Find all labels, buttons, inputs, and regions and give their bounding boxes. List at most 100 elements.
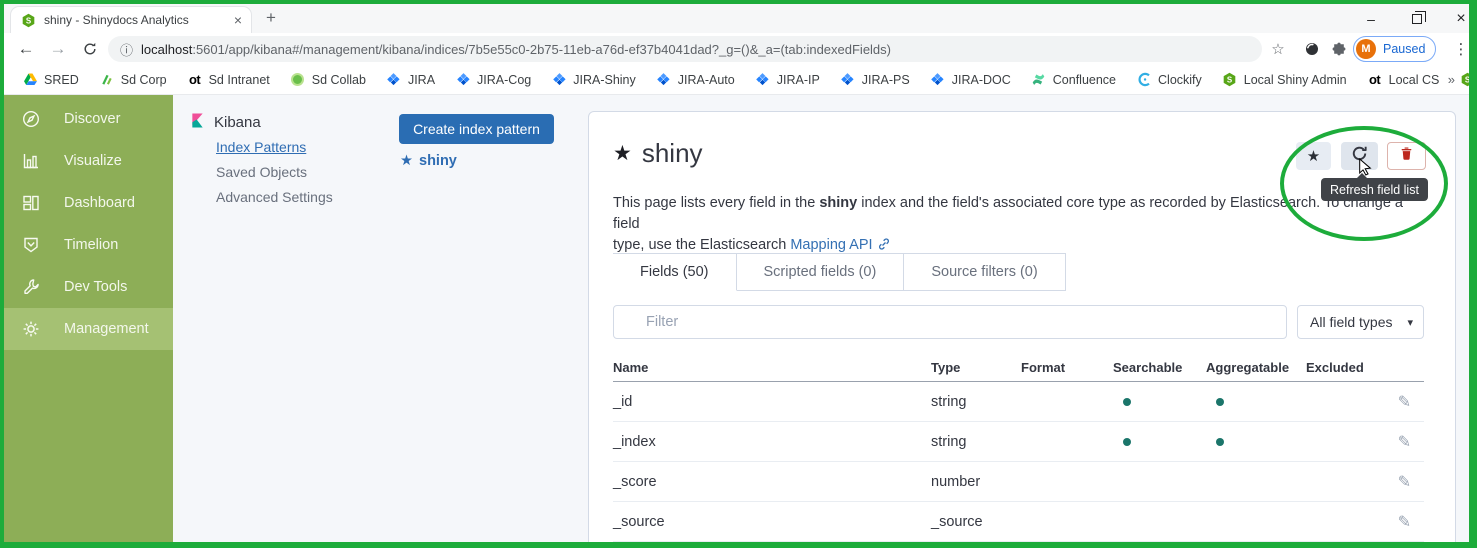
sidebar-item[interactable]: Dev Tools — [4, 266, 173, 308]
green-circle-icon — [290, 72, 306, 88]
field-type-cell: number — [931, 474, 1021, 490]
back-icon[interactable]: ← — [16, 39, 36, 59]
forward-icon[interactable]: → — [48, 39, 68, 59]
edit-pencil-icon[interactable]: ✎ — [1398, 474, 1411, 491]
tab-close-icon[interactable]: × — [234, 13, 242, 27]
tab[interactable]: Source filters (0) — [904, 253, 1065, 291]
bookmark-item[interactable]: JIRA-Shiny — [541, 72, 646, 88]
mapping-api-link[interactable]: Mapping API — [790, 237, 872, 253]
site-info-icon[interactable]: ⓘ — [120, 40, 133, 59]
bookmark-item[interactable]: JIRA-Cog — [445, 72, 541, 88]
bookmark-item[interactable]: JIRA-IP — [745, 72, 830, 88]
bookmark-item[interactable]: JIRA-Auto — [646, 72, 745, 88]
edit-pencil-icon[interactable]: ✎ — [1398, 514, 1411, 531]
sidebar-item[interactable]: Dashboard — [4, 182, 173, 224]
window-restore-icon[interactable] — [1402, 7, 1432, 31]
set-default-star-button[interactable]: ★ — [1296, 142, 1331, 170]
screenshot-frame: S shiny - Shinydocs Analytics × + – × ← … — [0, 0, 1477, 548]
bookmark-label: Local Shiny Admin — [1244, 73, 1347, 87]
create-index-pattern-button[interactable]: Create index pattern — [399, 114, 554, 144]
bookmark-item[interactable]: SRED — [12, 72, 89, 88]
bookmark-label: JIRA — [408, 73, 435, 87]
sd-corp-icon — [99, 72, 115, 88]
aggregatable-cell — [1206, 434, 1306, 450]
table-header-cell: Type — [931, 360, 1021, 375]
star-filled-icon: ★ — [400, 153, 413, 169]
field-name-cell: _source — [613, 514, 931, 530]
app-sidebar: Discover Visualize Dashboard Timelion — [4, 95, 173, 542]
delete-index-pattern-button[interactable] — [1387, 142, 1426, 170]
bookmark-star-icon[interactable]: ☆ — [1268, 39, 1288, 59]
new-tab-button[interactable]: + — [266, 8, 276, 28]
browser-tab[interactable]: S shiny - Shinydocs Analytics × — [10, 6, 252, 33]
jira-icon — [551, 72, 567, 88]
table-header-cell: Searchable — [1113, 360, 1206, 375]
trash-icon — [1399, 146, 1414, 166]
profile-button[interactable]: M Paused — [1353, 36, 1436, 62]
aggregatable-dot — [1216, 438, 1224, 446]
sidebar-item[interactable]: Timelion — [4, 224, 173, 266]
table-header-row: NameTypeFormatSearchableAggregatableExcl… — [613, 353, 1424, 382]
bookmarks-bar: » SRED Sd Corp ot Sd Intranet Sd Collab — [4, 65, 1469, 95]
bookmark-item[interactable]: ot Local CS — [1357, 72, 1450, 88]
tab[interactable]: Scripted fields (0) — [737, 253, 905, 291]
bookmark-label: Sd Corp — [121, 73, 167, 87]
page-description: This page lists every field in the shiny… — [613, 193, 1433, 256]
sidebar-item[interactable]: Management — [4, 308, 173, 350]
extensions-puzzle-icon[interactable] — [1329, 39, 1349, 59]
confluence-icon — [1031, 72, 1047, 88]
table-header-cell: Excluded — [1306, 360, 1383, 375]
bar-chart-icon — [21, 151, 41, 171]
edit-pencil-icon[interactable]: ✎ — [1398, 394, 1411, 411]
bookmark-item[interactable]: JIRA-PS — [830, 72, 920, 88]
table-row: _index string ✎ — [613, 422, 1424, 462]
edit-pencil-icon[interactable]: ✎ — [1398, 434, 1411, 451]
browser-menu-icon[interactable]: ⋮ — [1451, 39, 1471, 59]
bookmark-item[interactable]: Clockify — [1126, 72, 1212, 88]
management-nav-link[interactable]: Saved Objects — [216, 164, 333, 180]
bookmark-item[interactable]: JIRA-DOC — [920, 72, 1021, 88]
address-bar[interactable]: ⓘ localhost:5601/app/kibana#/management/… — [108, 36, 1262, 62]
table-header-cell: Name — [613, 360, 931, 375]
tab[interactable]: Fields (50) — [613, 253, 737, 291]
searchable-cell — [1113, 474, 1206, 490]
index-pattern-item[interactable]: ★ shiny — [400, 153, 457, 169]
svg-text:S: S — [1227, 76, 1232, 85]
sidebar-item-label: Discover — [64, 111, 120, 127]
extension-circle-icon[interactable] — [1302, 39, 1322, 59]
bookmark-item[interactable]: ot Sd Intranet — [177, 72, 280, 88]
filter-input[interactable] — [613, 305, 1287, 339]
management-nav-links: Index Patterns Saved Objects Advanced Se… — [216, 139, 333, 214]
bookmark-item[interactable]: Confluence — [1021, 72, 1126, 88]
reload-icon[interactable] — [80, 39, 100, 59]
bookmark-label: SRED — [44, 73, 79, 87]
field-name-cell: _score — [613, 474, 931, 490]
management-nav-link[interactable]: Index Patterns — [216, 139, 333, 155]
management-nav-link[interactable]: Advanced Settings — [216, 189, 333, 205]
shinydocs-icon: S — [1222, 72, 1238, 88]
bookmark-label: JIRA-PS — [862, 73, 910, 87]
bookmark-item[interactable]: S Local Shiny Admin — [1212, 72, 1357, 88]
bookmark-label: JIRA-DOC — [952, 73, 1011, 87]
timelion-icon — [21, 235, 41, 255]
table-body: _id string ✎ _index string — [613, 382, 1424, 542]
searchable-cell — [1113, 434, 1206, 450]
window-close-icon[interactable]: × — [1446, 7, 1476, 31]
link-icon — [877, 237, 891, 253]
sidebar-item[interactable]: Visualize — [4, 140, 173, 182]
bookmark-item[interactable]: JIRA — [376, 72, 445, 88]
wrench-icon — [21, 277, 41, 297]
window-minimize-icon[interactable]: – — [1356, 7, 1386, 31]
field-type-cell: string — [931, 394, 1021, 410]
kibana-logo-icon — [190, 113, 205, 132]
compass-icon — [21, 109, 41, 129]
bookmark-item[interactable]: Sd Collab — [280, 72, 376, 88]
kibana-page: Discover Visualize Dashboard Timelion — [4, 95, 1469, 542]
bookmarks-overflow-chevron[interactable]: » — [1448, 72, 1455, 87]
field-type-dropdown[interactable]: All field types ▾ — [1297, 305, 1424, 339]
searchable-cell — [1113, 514, 1206, 530]
field-type-dropdown-label: All field types — [1310, 314, 1392, 330]
sidebar-item[interactable]: Discover — [4, 98, 173, 140]
sidebar-item-label: Dev Tools — [64, 279, 127, 295]
bookmark-item[interactable]: Sd Corp — [89, 72, 177, 88]
